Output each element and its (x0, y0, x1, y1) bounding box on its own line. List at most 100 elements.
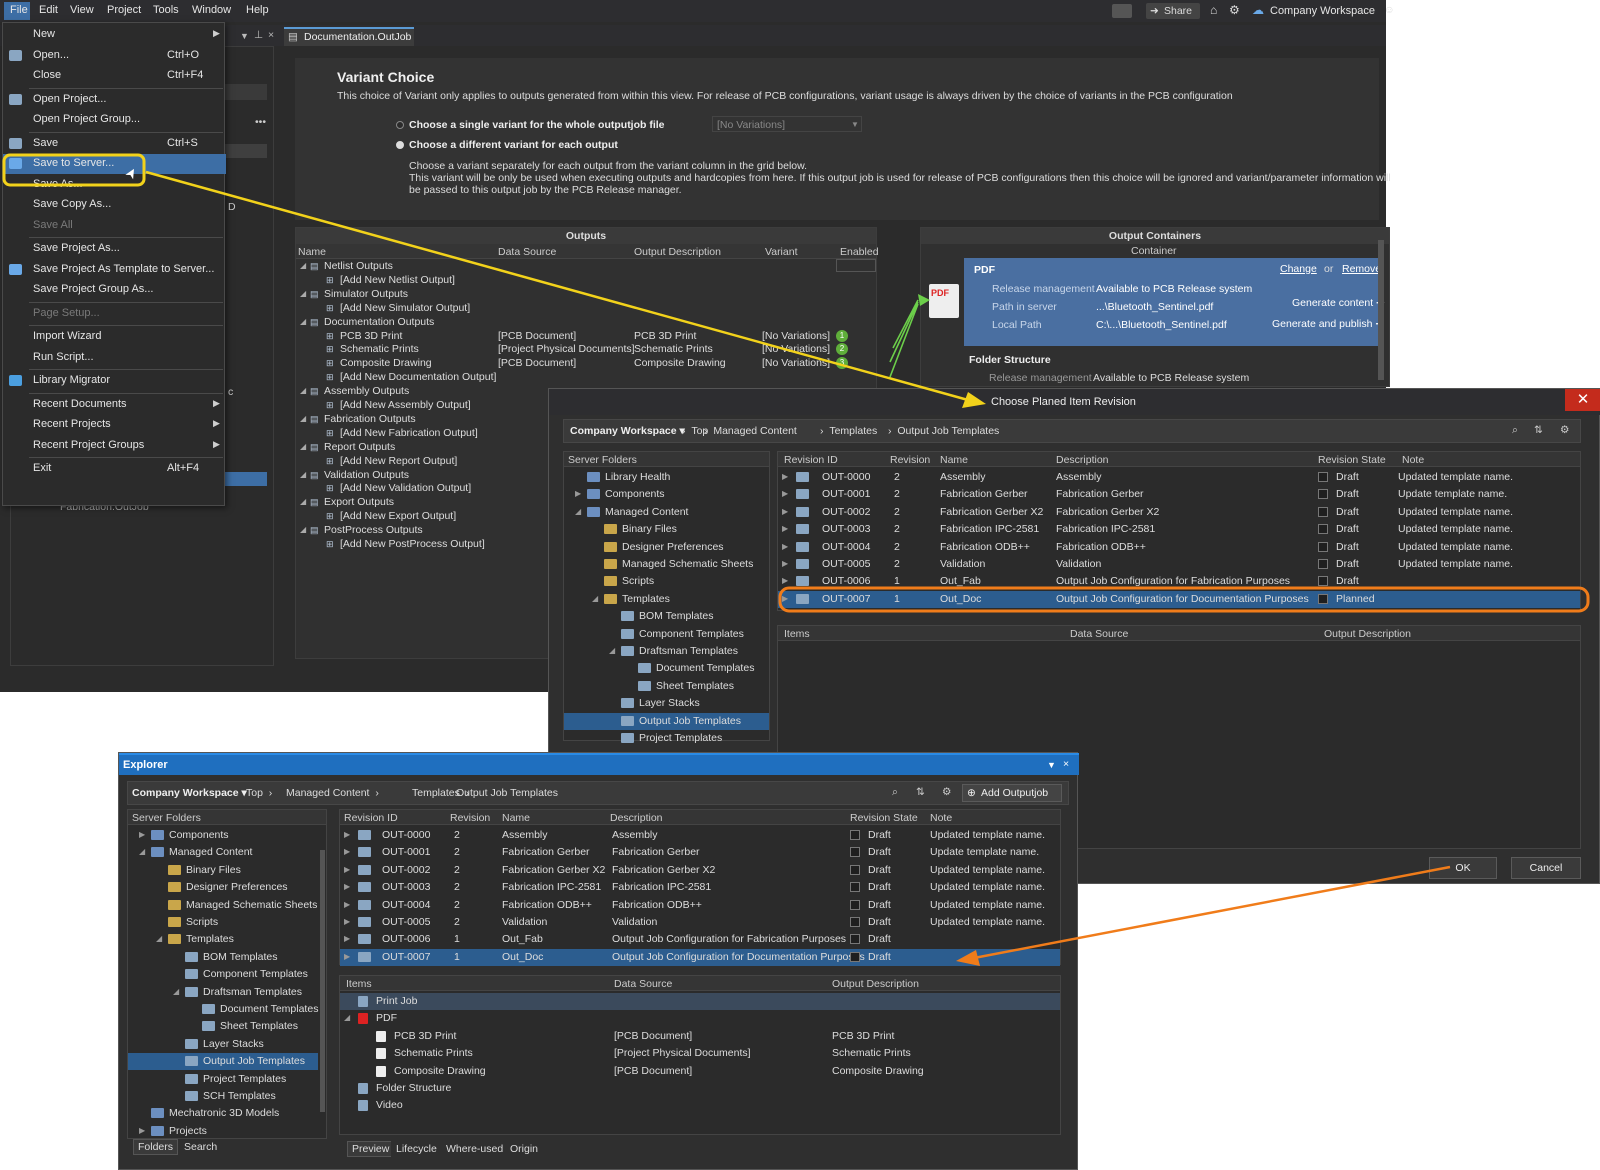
cancel-button[interactable]: Cancel (1511, 857, 1581, 879)
tab-origin[interactable]: Origin (505, 1141, 544, 1157)
menu-edit[interactable]: Edit (39, 4, 58, 16)
menu-item-save-project-as[interactable]: Save Project As... (3, 239, 226, 259)
tree-item-project-templates[interactable]: Project Templates (128, 1071, 318, 1088)
col-revision-state[interactable]: Revision State (1318, 453, 1386, 467)
col-data-source[interactable]: Data Source (614, 977, 672, 991)
revision-row-out-0005[interactable]: ▶ OUT-0005 2 Validation Validation Draft Updat… (340, 914, 1060, 931)
dialog-close-button[interactable]: ✕ (1565, 389, 1600, 411)
output-row[interactable]: ⊞ PCB 3D Print [PCB Document] PCB 3D Print [… (296, 329, 856, 343)
tree-item-draftsman-templates[interactable]: ◢ Draftsman Templates (128, 984, 318, 1001)
menu-item-save[interactable]: Save Ctrl+S (3, 134, 226, 154)
col-output-description[interactable]: Output Description (832, 977, 919, 991)
menu-project[interactable]: Project (107, 4, 141, 16)
expand-icon[interactable]: ▶ (782, 487, 788, 501)
output-variant[interactable]: [No Variations] (762, 342, 830, 356)
expand-icon[interactable]: ◢ (173, 985, 179, 999)
expand-icon[interactable]: ◢ (156, 932, 162, 946)
tree-item-scripts[interactable]: Scripts (128, 914, 318, 931)
refresh-icon[interactable]: ⇅ (1534, 423, 1543, 437)
pdf-container[interactable]: PDF Change or Remove Release management … (964, 258, 1385, 346)
col-revision-id[interactable]: Revision ID (344, 811, 398, 825)
revision-row-out-0000[interactable]: ▶ OUT-0000 2 Assembly Assembly Draft Updated t… (340, 827, 1060, 844)
menu-file[interactable]: File (10, 4, 28, 16)
output-row[interactable]: ⊞ Composite Drawing [PCB Document] Composit… (296, 356, 856, 370)
item-row-video[interactable]: Video (340, 1097, 1060, 1114)
revision-row-out-0002[interactable]: ▶ OUT-0002 2 Fabrication Gerber X2 Fabricati… (340, 862, 1060, 879)
menu-item-new[interactable]: New ▶ (3, 25, 226, 45)
col-revision[interactable]: Revision (450, 811, 490, 825)
item-row-composite-drawing[interactable]: Composite Drawing [PCB Document] Composite… (340, 1063, 1060, 1080)
col-name[interactable]: Name (298, 245, 326, 259)
menu-window[interactable]: Window (192, 4, 231, 16)
expand-icon[interactable]: ▶ (782, 592, 788, 606)
expand-icon[interactable]: ▶ (344, 915, 350, 929)
menu-item-save-to-server[interactable]: Save to Server... (3, 154, 226, 174)
tab-lifecycle[interactable]: Lifecycle (391, 1141, 442, 1157)
tab-documentation-outjob[interactable]: ▤ Documentation.OutJob (284, 27, 414, 46)
tab-where-used[interactable]: Where-used (441, 1141, 509, 1157)
expand-icon[interactable]: ◢ (300, 440, 306, 454)
col-data-source[interactable]: Data Source (1070, 627, 1128, 641)
revision-row-out-0000[interactable]: ▶ OUT-0000 2 Assembly Assembly Draft Updated t… (778, 469, 1580, 486)
expand-icon[interactable]: ◢ (139, 845, 145, 859)
tree-item-designer-preferences[interactable]: Designer Preferences (128, 879, 318, 896)
item-row-print-job[interactable]: Print Job (340, 993, 1060, 1010)
col-note[interactable]: Note (1402, 453, 1424, 467)
tree-item-component-templates[interactable]: Component Templates (564, 626, 769, 643)
revision-row-out-0006[interactable]: ▶ OUT-0006 1 Out_Fab Output Job Configuratio… (340, 931, 1060, 948)
menu-item-open[interactable]: Open... Ctrl+O (3, 46, 226, 66)
col-output-description[interactable]: Output Description (634, 245, 721, 259)
tree-item-components[interactable]: ▶ Components (128, 827, 318, 844)
col-description[interactable]: Description (1056, 453, 1109, 467)
explorer-menu-icon[interactable]: ▼ (1047, 758, 1056, 772)
tree-item-binary-files[interactable]: Binary Files (128, 862, 318, 879)
explorer-close-icon[interactable]: × (1063, 757, 1069, 771)
menu-item-recent-documents[interactable]: Recent Documents ▶ (3, 395, 226, 415)
tree-item-output-job-templates[interactable]: Output Job Templates (564, 712, 769, 730)
expand-icon[interactable]: ▶ (344, 863, 350, 877)
tree-item-managed-content[interactable]: ◢ Managed Content (564, 504, 769, 521)
tree-item-layer-stacks[interactable]: Layer Stacks (564, 695, 769, 712)
tree-item-project-templates[interactable]: Project Templates (564, 730, 769, 747)
expand-icon[interactable]: ◢ (300, 412, 306, 426)
expand-icon[interactable]: ▶ (344, 932, 350, 946)
tree-item-bom-templates[interactable]: BOM Templates (564, 608, 769, 625)
output-category-row[interactable]: ◢ ▤ Documentation Outputs (296, 315, 856, 329)
expand-icon[interactable]: ▶ (782, 470, 788, 484)
tab-folders[interactable]: Folders (133, 1139, 179, 1155)
search-icon[interactable]: ⌕ (1512, 423, 1518, 437)
expand-icon[interactable]: ▶ (782, 522, 788, 536)
tree-item-sheet-templates[interactable]: Sheet Templates (128, 1018, 318, 1035)
ok-button[interactable]: OK (1429, 857, 1497, 879)
expand-icon[interactable]: ▶ (139, 1124, 145, 1138)
tree-item-managed-schematic-sheets[interactable]: Managed Schematic Sheets (564, 556, 769, 573)
tree-item-component-templates[interactable]: Component Templates (128, 966, 318, 983)
col-items[interactable]: Items (346, 977, 372, 991)
change-link[interactable]: Change (1280, 262, 1317, 276)
tree-item-sheet-templates[interactable]: Sheet Templates (564, 678, 769, 695)
menu-item-exit[interactable]: Exit Alt+F4 (3, 459, 226, 479)
revision-row-out-0006[interactable]: ▶ OUT-0006 1 Out_Fab Output Job Configuratio… (778, 573, 1580, 590)
menu-item-save-project-as-template-to-server[interactable]: Save Project As Template to Server... (3, 260, 226, 280)
more-icon[interactable]: ••• (255, 115, 266, 129)
menu-item-import-wizard[interactable]: Import Wizard (3, 327, 226, 347)
revision-row-out-0004[interactable]: ▶ OUT-0004 2 Fabrication ODB++ Fabrication O… (340, 897, 1060, 914)
revision-row-out-0007[interactable]: ▶ OUT-0007 1 Out_Doc Output Job Configuratio… (340, 948, 1060, 966)
col-variant[interactable]: Variant (765, 245, 798, 259)
tree-item-projects[interactable]: ▶ Projects (128, 1123, 318, 1140)
col-revision-state[interactable]: Revision State (850, 811, 918, 825)
menu-item-save-copy-as[interactable]: Save Copy As... (3, 195, 226, 215)
tree-item-managed-content[interactable]: ◢ Managed Content (128, 844, 318, 861)
output-variant[interactable]: [No Variations] (762, 356, 830, 370)
menu-item-close[interactable]: Close Ctrl+F4 (3, 66, 226, 86)
expand-icon[interactable]: ▶ (344, 828, 350, 842)
variant-select[interactable]: [No Variations] ▼ (712, 116, 862, 132)
revision-row-out-0003[interactable]: ▶ OUT-0003 2 Fabrication IPC-2581 Fabricatio… (340, 879, 1060, 896)
refresh-icon[interactable]: ⇅ (916, 785, 925, 799)
menu-item-library-migrator[interactable]: Library Migrator (3, 371, 226, 391)
expand-icon[interactable]: ▶ (139, 828, 145, 842)
output-row[interactable]: ⊞ [Add New Documentation Output] (296, 370, 856, 384)
tree-item-templates[interactable]: ◢ Templates (564, 591, 769, 608)
chat-icon[interactable] (1112, 4, 1132, 18)
container-link-badge[interactable]: 1 (836, 329, 848, 342)
